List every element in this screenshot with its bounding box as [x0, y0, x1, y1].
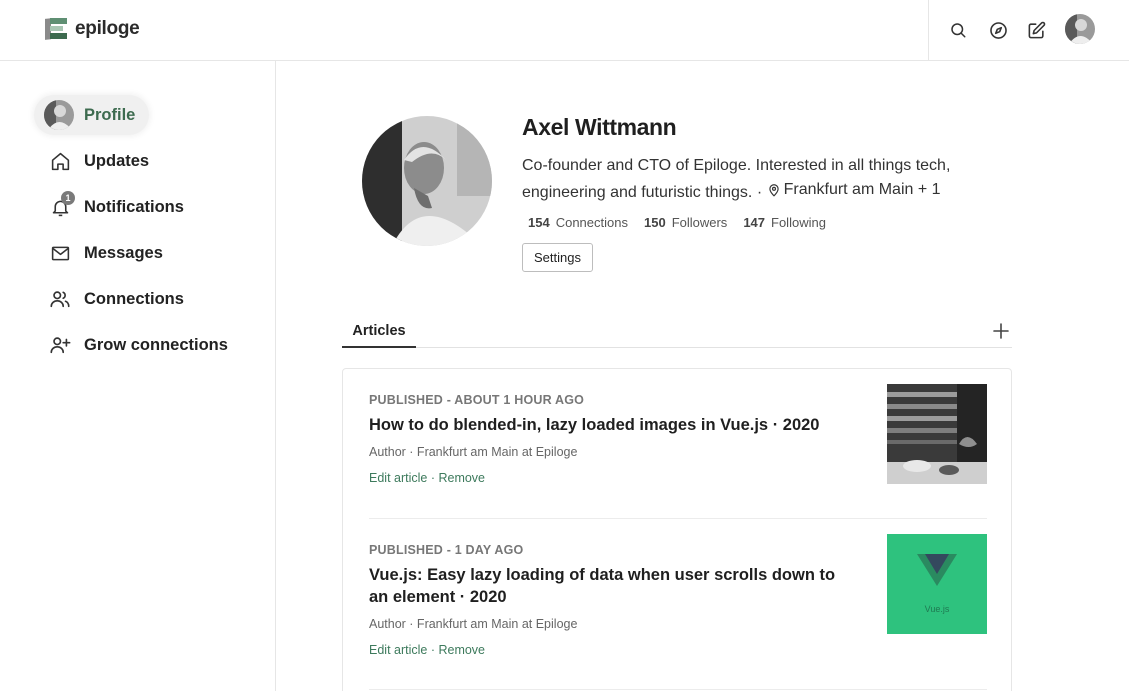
article-title[interactable]: How to do blended-in, lazy loaded images… — [369, 414, 839, 436]
sidebar-item-label: Updates — [84, 151, 150, 170]
vue-logo-text: Vue.js — [925, 604, 950, 614]
sidebar-item-notifications[interactable]: 1 Notifications — [48, 189, 184, 225]
action-separator: · — [427, 471, 439, 485]
profile-bio: Co-founder and CTO of Epiloge. Intereste… — [522, 154, 992, 205]
article-item: PUBLISHED - 1 DAY AGO Vue.js: Easy lazy … — [369, 534, 987, 657]
home-icon — [48, 149, 72, 173]
compass-icon[interactable] — [988, 20, 1008, 40]
remove-article-link[interactable]: Remove — [438, 643, 485, 657]
article-title[interactable]: Vue.js: Easy lazy loading of data when u… — [369, 564, 839, 608]
article-divider — [369, 689, 987, 690]
profile-tabs: Articles — [342, 318, 1012, 348]
article-thumbnail[interactable]: Vue.js — [887, 534, 987, 634]
connections-count: 154 — [528, 215, 550, 230]
sidebar-item-label: Messages — [84, 243, 163, 262]
remove-article-link[interactable]: Remove — [438, 471, 485, 485]
settings-button[interactable]: Settings — [522, 243, 593, 272]
sidebar: Profile Updates 1 Notifications Messages… — [0, 61, 276, 691]
article-item: PUBLISHED - ABOUT 1 HOUR AGO How to do b… — [369, 384, 987, 485]
logo-text: epiloge — [75, 18, 140, 39]
edit-article-link[interactable]: Edit article — [369, 643, 427, 657]
profile-name: Axel Wittmann — [522, 114, 677, 140]
compose-icon[interactable] — [1026, 20, 1046, 40]
location: Frankfurt am Main + 1 — [767, 178, 941, 202]
top-bar: epiloge — [0, 0, 1129, 61]
article-divider — [369, 518, 987, 519]
sidebar-item-label: Connections — [84, 289, 184, 308]
articles-card: PUBLISHED - ABOUT 1 HOUR AGO How to do b… — [342, 368, 1012, 691]
bell-icon: 1 — [48, 191, 75, 219]
logo[interactable]: epiloge — [44, 16, 140, 42]
action-separator: · — [427, 643, 439, 657]
tab-articles[interactable]: Articles — [342, 318, 416, 348]
sidebar-item-messages[interactable]: Messages — [48, 235, 163, 271]
following-label: Following — [771, 215, 826, 230]
notification-badge: 1 — [61, 191, 75, 205]
sidebar-item-profile[interactable]: Profile — [34, 95, 150, 135]
profile-photo — [362, 116, 492, 246]
profile-stats: 154 Connections 150 Followers 147 Following — [528, 215, 826, 230]
location-pin-icon — [768, 184, 779, 197]
followers-count: 150 — [643, 215, 666, 230]
article-thumbnail[interactable] — [887, 384, 987, 484]
connections-stat[interactable]: 154 Connections — [528, 215, 628, 230]
sidebar-item-label: Notifications — [84, 197, 184, 216]
plus-icon — [993, 323, 1009, 339]
user-avatar[interactable] — [1065, 14, 1095, 44]
sidebar-item-label: Profile — [84, 105, 136, 124]
sidebar-item-connections[interactable]: Connections — [48, 281, 184, 317]
followers-label: Followers — [671, 215, 728, 230]
header-divider — [928, 0, 929, 60]
following-count: 147 — [743, 215, 766, 230]
sidebar-item-grow-connections[interactable]: Grow connections — [48, 327, 228, 363]
avatar — [44, 100, 74, 130]
article-actions: Edit article · Remove — [369, 643, 987, 657]
add-article-button[interactable] — [990, 320, 1012, 342]
mail-icon — [48, 241, 72, 265]
user-plus-icon — [48, 333, 72, 357]
following-stat[interactable]: 147 Following — [743, 215, 826, 230]
location-text: Frankfurt am Main + 1 — [783, 181, 941, 198]
sidebar-item-label: Grow connections — [84, 335, 228, 354]
connections-label: Connections — [555, 215, 628, 230]
logo-icon — [44, 16, 69, 42]
search-icon[interactable] — [948, 20, 968, 40]
users-icon — [48, 287, 72, 311]
followers-stat[interactable]: 150 Followers — [644, 215, 727, 230]
sidebar-item-updates[interactable]: Updates — [48, 143, 149, 179]
edit-article-link[interactable]: Edit article — [369, 471, 427, 485]
